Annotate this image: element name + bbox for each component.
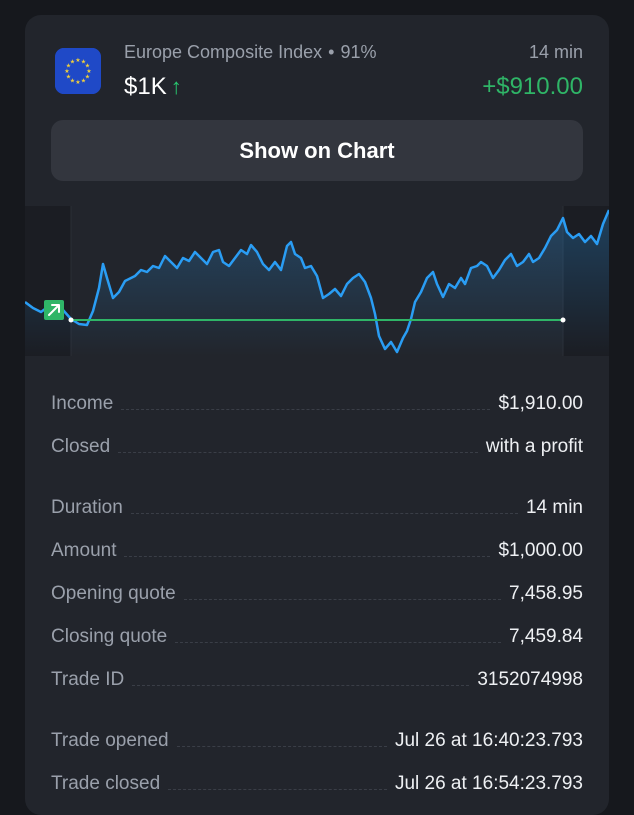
detail-value: $1,910.00 — [498, 393, 583, 414]
show-on-chart-button[interactable]: Show on Chart — [51, 120, 583, 181]
separator-dot: • — [328, 42, 335, 62]
svg-text:★: ★ — [70, 59, 75, 66]
detail-label: Closed — [51, 436, 111, 457]
detail-value[interactable]: 3152074998 — [477, 669, 583, 691]
dotted-leader — [121, 409, 491, 410]
detail-label: Opening quote — [51, 583, 176, 604]
detail-value: with a profit — [485, 436, 583, 457]
arrow-up-icon: ↑ — [170, 74, 182, 99]
svg-text:★: ★ — [81, 78, 86, 85]
trade-amount: $1K ↑ — [124, 73, 182, 101]
trade-up-badge-icon — [44, 300, 64, 320]
eu-flag-icon: ★ ★ ★ ★ ★ ★ ★ ★ ★ ★ ★ ★ — [55, 48, 101, 94]
detail-amount: Amount $1,000.00 — [51, 532, 583, 562]
dotted-leader — [132, 685, 470, 686]
asset-info: Europe Composite Index • 91% — [124, 42, 376, 63]
detail-label: Duration — [51, 497, 123, 518]
dotted-leader — [168, 789, 387, 790]
trade-mini-chart — [25, 206, 609, 356]
detail-closing-quote: Closing quote 7,459.84 — [51, 618, 583, 648]
dotted-leader — [118, 452, 478, 453]
detail-opening-quote: Opening quote 7,458.95 — [51, 575, 583, 605]
detail-trade-id: Trade ID 3152074998 — [51, 661, 583, 691]
detail-duration: Duration 14 min — [51, 489, 583, 519]
dotted-leader — [175, 642, 502, 643]
amount-value: $1K — [124, 73, 167, 100]
detail-value: Jul 26 at 16:54:23.793 — [394, 773, 583, 794]
trade-header: ★ ★ ★ ★ ★ ★ ★ ★ ★ ★ ★ ★ Europe Composite… — [25, 15, 609, 120]
detail-value: 7,459.84 — [509, 626, 583, 647]
chart-exit-point — [560, 317, 566, 323]
detail-label: Amount — [51, 540, 117, 561]
detail-income: Income $1,910.00 — [51, 385, 583, 415]
dotted-leader — [130, 513, 518, 514]
detail-label: Income — [51, 393, 114, 414]
chart-area-fill — [25, 210, 609, 356]
trade-profit: +$910.00 — [482, 73, 583, 100]
detail-value: $1,000.00 — [498, 540, 583, 561]
detail-value: 14 min — [525, 497, 583, 518]
dotted-leader — [176, 746, 387, 747]
detail-label: Trade closed — [51, 773, 161, 794]
detail-trade-closed: Trade closed Jul 26 at 16:54:23.793 — [51, 765, 583, 795]
detail-trade-opened: Trade opened Jul 26 at 16:40:23.793 — [51, 722, 583, 752]
detail-label: Closing quote — [51, 626, 168, 647]
dotted-leader — [124, 556, 491, 557]
detail-label: Trade opened — [51, 730, 169, 751]
chart-entry-point — [68, 317, 74, 323]
asset-name: Europe Composite Index — [124, 42, 323, 62]
trade-card: ★ ★ ★ ★ ★ ★ ★ ★ ★ ★ ★ ★ Europe Composite… — [25, 15, 609, 815]
dotted-leader — [183, 599, 502, 600]
payout-percent: 91% — [340, 42, 377, 62]
svg-text:★: ★ — [75, 79, 80, 86]
trade-duration: 14 min — [528, 42, 583, 62]
detail-value: Jul 26 at 16:40:23.793 — [394, 730, 583, 751]
detail-closed: Closed with a profit — [51, 428, 583, 458]
detail-label: Trade ID — [51, 669, 125, 690]
detail-value: 7,458.95 — [509, 583, 583, 604]
